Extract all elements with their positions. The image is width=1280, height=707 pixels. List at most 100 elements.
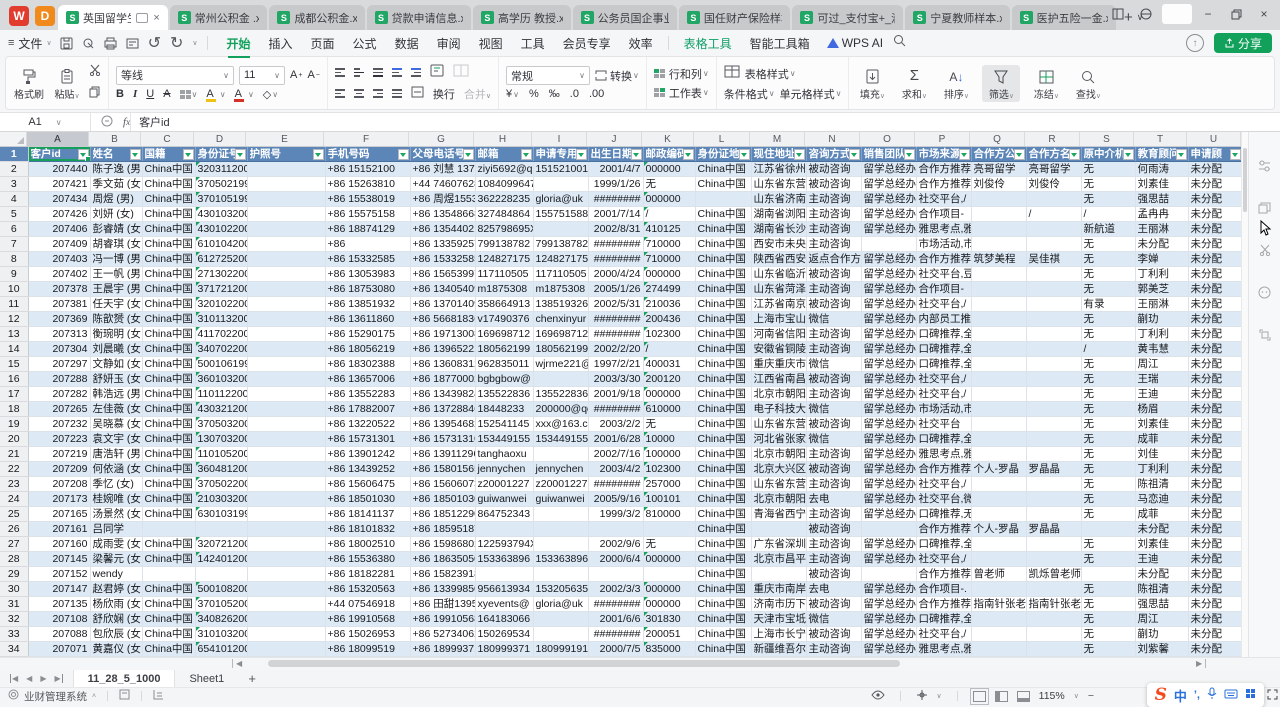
row-number[interactable]: 5: [0, 207, 28, 222]
cell[interactable]: 2002/9/6: [588, 537, 643, 552]
cell[interactable]: 360103200303300725: [195, 372, 247, 387]
cell[interactable]: China中国: [142, 627, 195, 642]
cell[interactable]: [247, 297, 325, 312]
cell[interactable]: 亮哥留学: [1026, 162, 1081, 177]
cell[interactable]: 汤景然 (女: [90, 507, 142, 522]
cell[interactable]: +86 1851229020: [410, 507, 475, 522]
column-letter-N[interactable]: N: [805, 132, 860, 146]
column-letter-P[interactable]: P: [915, 132, 970, 146]
cell[interactable]: 207288: [28, 372, 90, 387]
cell[interactable]: 主动咨询: [806, 387, 861, 402]
cell[interactable]: 122593794XXX@163.: [475, 537, 533, 552]
cell[interactable]: 返点合作方: [806, 252, 861, 267]
cell[interactable]: 雅思考点,雅: [916, 447, 971, 462]
cell[interactable]: 陈子逸 (男: [90, 162, 142, 177]
cell[interactable]: [971, 417, 1026, 432]
cell[interactable]: +86 1339985047: [410, 582, 475, 597]
cell[interactable]: 1999/3/2: [588, 507, 643, 522]
cell[interactable]: [1026, 402, 1081, 417]
column-letter-O[interactable]: O: [860, 132, 915, 146]
cell[interactable]: 留学总经办: [861, 417, 916, 432]
cell[interactable]: 合作方推荐: [916, 162, 971, 177]
cell[interactable]: 留学总经办: [861, 402, 916, 417]
fill-color-button[interactable]: A∨: [206, 88, 225, 100]
filter-button[interactable]: 筛选∨: [982, 65, 1020, 102]
column-header[interactable]: 客户id: [28, 147, 90, 162]
filter-dropdown-icon[interactable]: [313, 149, 324, 160]
cell[interactable]: China中国: [695, 522, 751, 537]
cell[interactable]: 未分配: [1188, 612, 1241, 627]
copy-panel-icon[interactable]: [1258, 202, 1271, 214]
filter-dropdown-icon[interactable]: [78, 149, 89, 160]
cell[interactable]: [1026, 222, 1081, 237]
cell[interactable]: 被动咨询: [806, 462, 861, 477]
cell[interactable]: 327484864: [475, 207, 533, 222]
tab-smart-toolbox[interactable]: 智能工具箱: [741, 31, 819, 56]
cell[interactable]: guiwanwei: [475, 492, 533, 507]
sum-button[interactable]: Σ 求和∨: [898, 66, 930, 101]
clear-format-button[interactable]: ◇∨: [263, 88, 278, 101]
search-icon[interactable]: [893, 34, 906, 52]
cell[interactable]: 400031: [643, 357, 695, 372]
column-letter-L[interactable]: L: [694, 132, 750, 146]
cell[interactable]: 湖南省长沙: [751, 222, 806, 237]
cell[interactable]: 周煜 (男): [90, 192, 142, 207]
cell[interactable]: 主动咨询: [806, 447, 861, 462]
cell[interactable]: 口碑推荐,全: [916, 432, 971, 447]
borders-button[interactable]: ∨: [180, 90, 198, 99]
cell[interactable]: 430321200211140121: [195, 402, 247, 417]
cell[interactable]: 2002/8/31: [588, 222, 643, 237]
cell[interactable]: [247, 612, 325, 627]
cell[interactable]: +86 15290175: [325, 327, 410, 342]
cell[interactable]: 962835011: [475, 357, 533, 372]
cell[interactable]: 2000/4/24: [588, 267, 643, 282]
cell[interactable]: 153205635: [533, 582, 588, 597]
cell[interactable]: [588, 522, 643, 537]
cell[interactable]: China中国: [142, 537, 195, 552]
cell[interactable]: 天津市宝坻: [751, 612, 806, 627]
cell[interactable]: 未分配: [1188, 597, 1241, 612]
cell[interactable]: /: [1081, 342, 1135, 357]
cell[interactable]: [971, 582, 1026, 597]
document-tab[interactable]: S成都公积金.xlsx: [269, 5, 364, 30]
cell[interactable]: [1026, 372, 1081, 387]
scroll-right-icon[interactable]: ▶: [1196, 659, 1206, 668]
cell[interactable]: 100101: [643, 492, 695, 507]
minimize-button[interactable]: −: [1196, 4, 1220, 24]
cell[interactable]: China中国: [142, 462, 195, 477]
cell[interactable]: 王丽淋: [1135, 222, 1188, 237]
row-number[interactable]: 1: [0, 147, 28, 162]
cell[interactable]: 864752343: [475, 507, 533, 522]
row-number[interactable]: 6: [0, 222, 28, 237]
cell[interactable]: 411702200312270822: [195, 327, 247, 342]
cell[interactable]: [533, 567, 588, 582]
cell[interactable]: 2000/6/4: [588, 552, 643, 567]
zoom-out-icon[interactable]: −: [1088, 690, 1094, 702]
cell[interactable]: xxx@163.c: [533, 417, 588, 432]
cell[interactable]: [533, 627, 588, 642]
increase-indent-icon[interactable]: [411, 68, 421, 77]
zoom-dropdown-icon[interactable]: ∨: [1074, 692, 1079, 700]
cell[interactable]: 370105200210270824: [195, 597, 247, 612]
cell[interactable]: 207313: [28, 327, 90, 342]
cell[interactable]: 207403: [28, 252, 90, 267]
cell[interactable]: 未分配: [1188, 642, 1241, 657]
cell[interactable]: [247, 522, 325, 537]
cell[interactable]: 去电: [806, 582, 861, 597]
cell[interactable]: [1026, 387, 1081, 402]
cell[interactable]: 罗晶晶: [1026, 522, 1081, 537]
cell[interactable]: 王一帆 (男: [90, 267, 142, 282]
cell[interactable]: m1875308: [475, 282, 533, 297]
cell[interactable]: [247, 207, 325, 222]
cell[interactable]: 124827175: [475, 252, 533, 267]
cell[interactable]: 825798695XXX@163.: [475, 222, 533, 237]
cell[interactable]: 10000: [643, 432, 695, 447]
cell[interactable]: 未分配: [1188, 552, 1241, 567]
cell[interactable]: 上海市宝山: [751, 312, 806, 327]
cell[interactable]: 153449155: [533, 432, 588, 447]
cell[interactable]: 社交平台,/: [916, 627, 971, 642]
column-header[interactable]: 教育顾问: [1135, 147, 1188, 162]
first-sheet-icon[interactable]: ◀: [10, 674, 18, 683]
cell[interactable]: 合作方推荐: [916, 522, 971, 537]
align-middle-icon[interactable]: [354, 68, 364, 77]
